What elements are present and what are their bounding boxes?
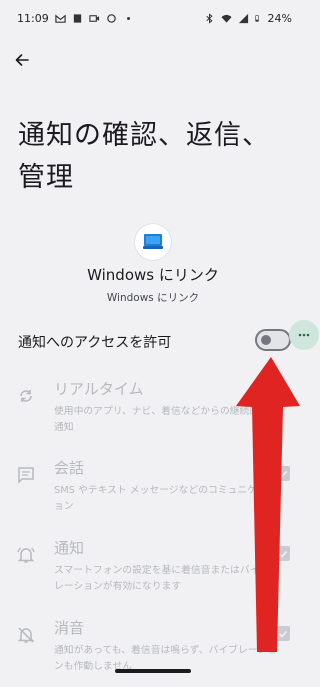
option-description: スマートフォンの設定を基に着信音またはバイブレーションが有効になります — [54, 565, 270, 592]
video-icon — [89, 14, 99, 22]
option-description: SMS やテキスト メッセージなどのコミュニケーション — [54, 485, 277, 512]
status-time: 11:09 — [17, 11, 49, 25]
chat-icon — [18, 467, 34, 484]
option-checkbox[interactable] — [275, 387, 290, 402]
check-icon — [278, 550, 287, 558]
app-icon — [135, 224, 171, 260]
battery-percent: 24% — [267, 11, 292, 25]
app-name: Windows にリンク — [87, 266, 219, 284]
option-checkbox[interactable] — [275, 546, 290, 561]
option-checkbox[interactable] — [275, 626, 290, 641]
sync-icon — [20, 390, 32, 402]
option-notifications[interactable]: 通知 スマートフォンの設定を基に着信音またはバイブレーションが有効になります — [0, 537, 306, 607]
bell-off-icon — [17, 627, 35, 643]
link-to-windows-icon — [143, 234, 163, 249]
check-icon — [278, 391, 287, 399]
option-title: 会話 — [54, 459, 85, 477]
back-button[interactable] — [10, 48, 34, 72]
bluetooth-icon — [205, 12, 213, 24]
wifi-icon — [221, 14, 232, 23]
bell-icon — [17, 547, 35, 563]
status-left: 11:09 — [17, 12, 134, 25]
status-right: 24% — [204, 12, 292, 25]
sim-icon — [73, 13, 81, 23]
status-bar: 11:09 24% — [0, 0, 306, 36]
option-title: 通知 — [54, 539, 85, 557]
page-title: 通知の確認、返信、管理 — [18, 120, 270, 193]
option-title: リアルタイム — [54, 380, 144, 398]
notification-access-label: 通知へのアクセスを許可 — [18, 335, 172, 351]
battery-icon — [254, 14, 259, 22]
option-conversations[interactable]: 会話 SMS やテキスト メッセージなどのコミュニケーション — [0, 457, 306, 527]
option-realtime[interactable]: リアルタイム 使用中のアプリ、ナビ、着信などからの継続的な通知 — [0, 378, 306, 448]
signal-icon — [238, 13, 248, 23]
gesture-nav-bar[interactable] — [115, 669, 191, 673]
option-checkbox[interactable] — [275, 466, 290, 481]
option-title: 消音 — [54, 619, 85, 637]
more-dots-icon — [298, 333, 310, 337]
circle-icon — [106, 13, 116, 23]
arrow-back-icon — [15, 54, 29, 66]
check-icon — [278, 630, 287, 638]
notification-access-row[interactable]: 通知へのアクセスを許可 — [0, 326, 306, 358]
switch-knob — [261, 335, 271, 345]
floating-handle[interactable] — [289, 320, 319, 350]
option-silent[interactable]: 消音 通知があっても、着信音は鳴らず、バイブレーションも作動しません — [0, 617, 306, 687]
dot-icon — [126, 16, 130, 20]
check-icon — [278, 470, 287, 478]
gmail-icon — [55, 14, 66, 23]
notification-access-switch[interactable] — [255, 329, 291, 351]
option-description: 使用中のアプリ、ナビ、着信などからの継続的な通知 — [54, 406, 269, 433]
app-subtitle: Windows にリンク — [106, 292, 200, 304]
